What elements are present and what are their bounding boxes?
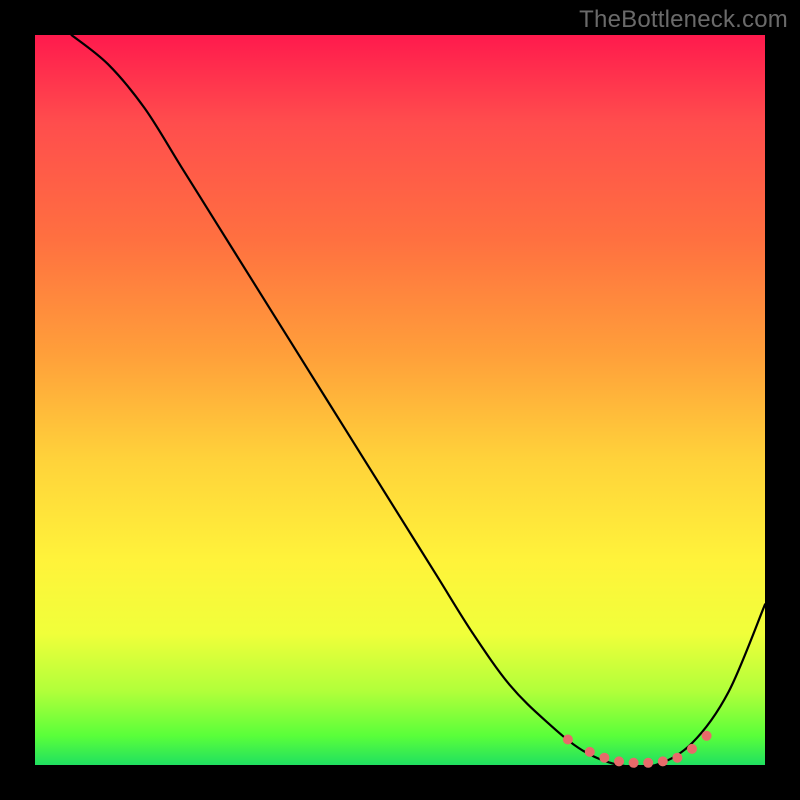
optimal-marker-dot xyxy=(585,747,595,757)
optimal-marker-dot xyxy=(563,735,573,745)
curve-svg xyxy=(35,35,765,765)
optimal-marker-dot xyxy=(672,753,682,763)
optimal-marker-dot xyxy=(629,758,639,768)
watermark-text: TheBottleneck.com xyxy=(579,6,788,34)
optimal-marker-dot xyxy=(614,756,624,766)
optimal-marker-dot xyxy=(643,758,653,768)
plot-area xyxy=(35,35,765,765)
chart-frame: TheBottleneck.com xyxy=(0,0,800,800)
bottleneck-curve-line xyxy=(72,35,766,767)
optimal-range-markers xyxy=(563,731,712,768)
optimal-marker-dot xyxy=(702,731,712,741)
optimal-marker-dot xyxy=(658,756,668,766)
optimal-marker-dot xyxy=(687,744,697,754)
optimal-marker-dot xyxy=(599,753,609,763)
